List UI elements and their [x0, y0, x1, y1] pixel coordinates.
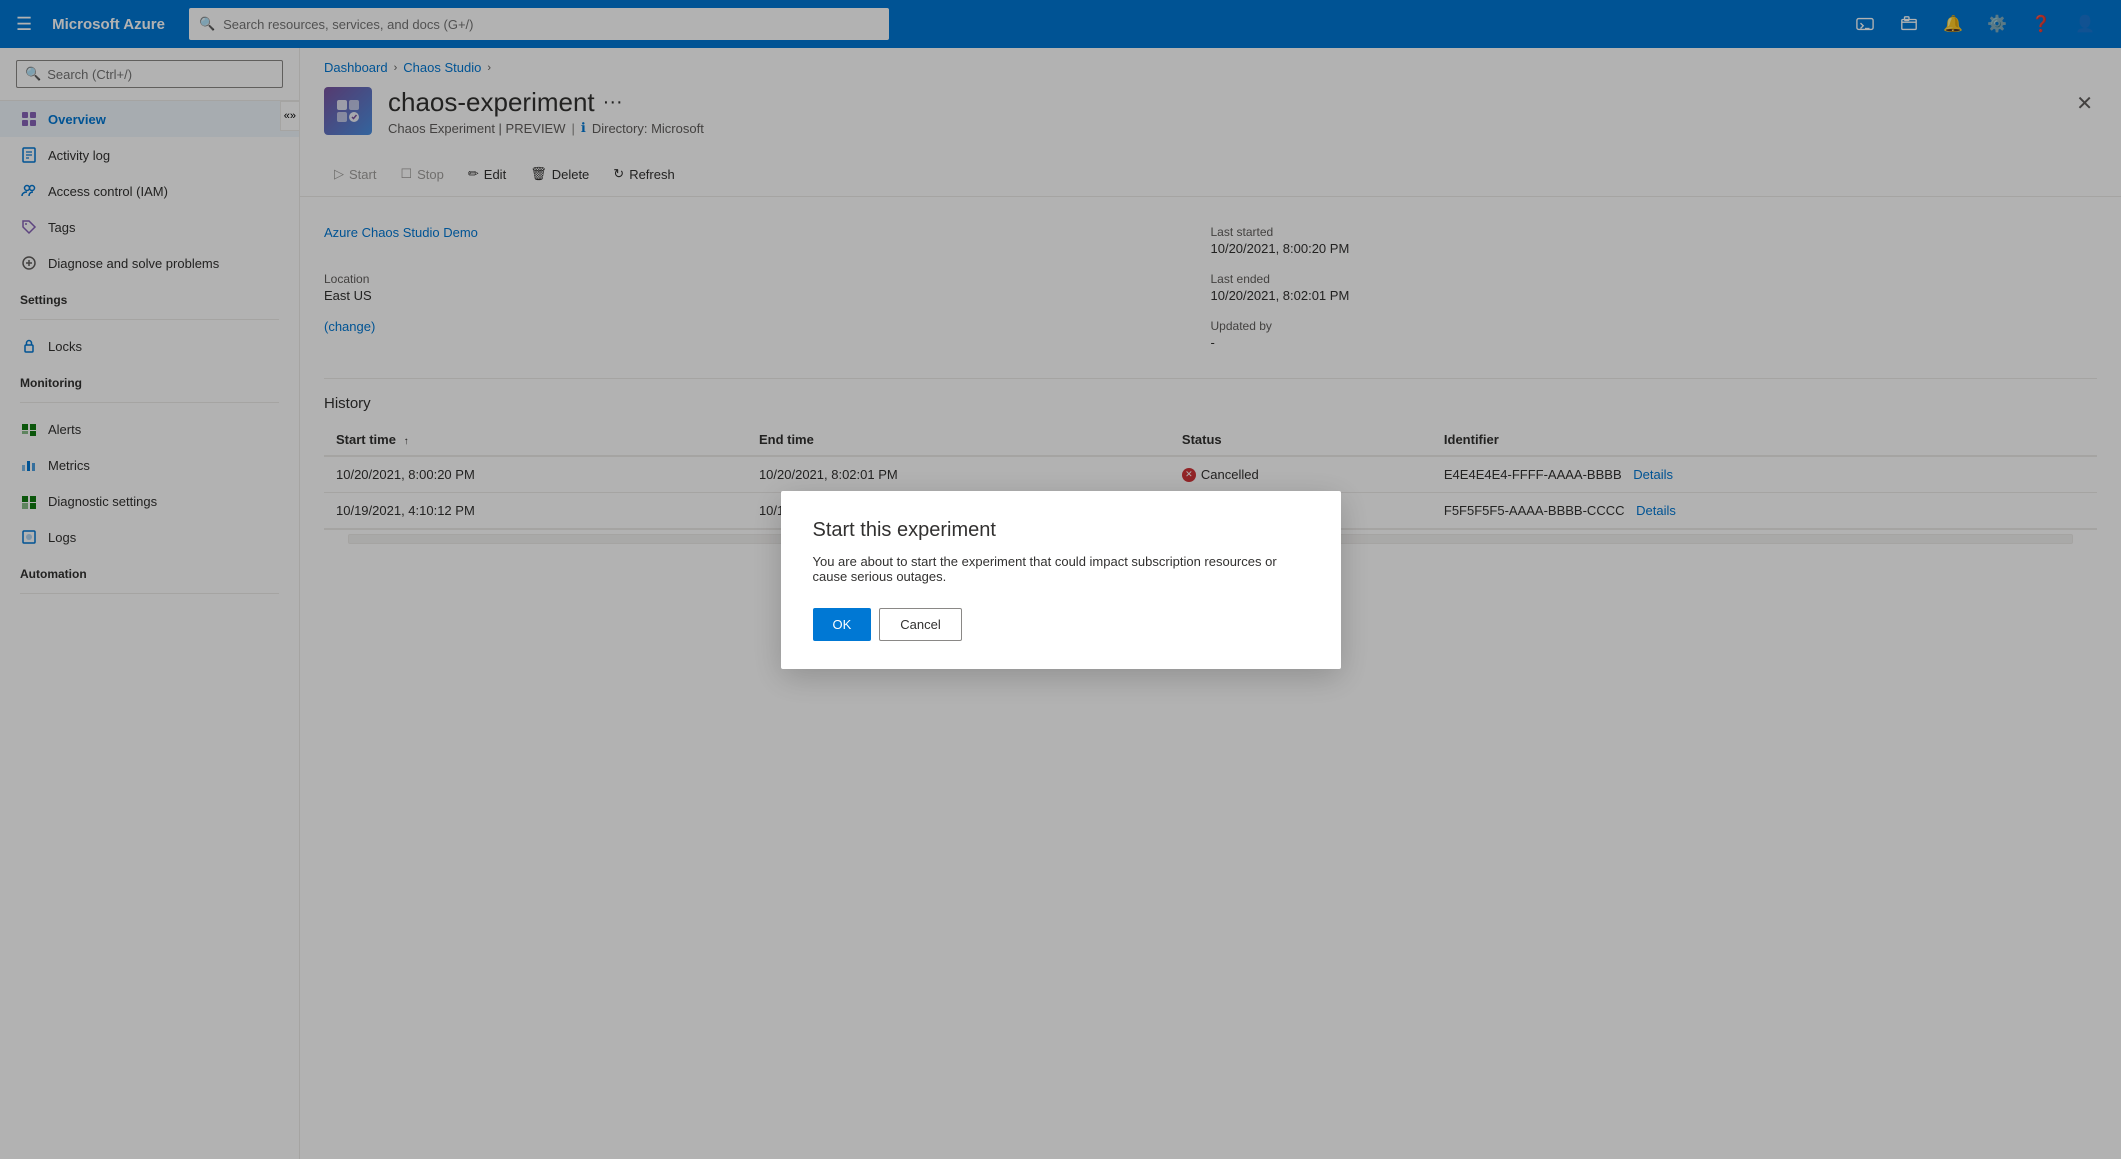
dialog-ok-button[interactable]: OK: [813, 608, 872, 641]
dialog-message: You are about to start the experiment th…: [813, 554, 1309, 584]
dialog-title: Start this experiment: [813, 519, 1309, 542]
start-experiment-dialog: Start this experiment You are about to s…: [781, 491, 1341, 669]
dialog-buttons: OK Cancel: [813, 608, 1309, 641]
dialog-overlay: Start this experiment You are about to s…: [0, 0, 2121, 1159]
dialog-cancel-button[interactable]: Cancel: [879, 608, 961, 641]
